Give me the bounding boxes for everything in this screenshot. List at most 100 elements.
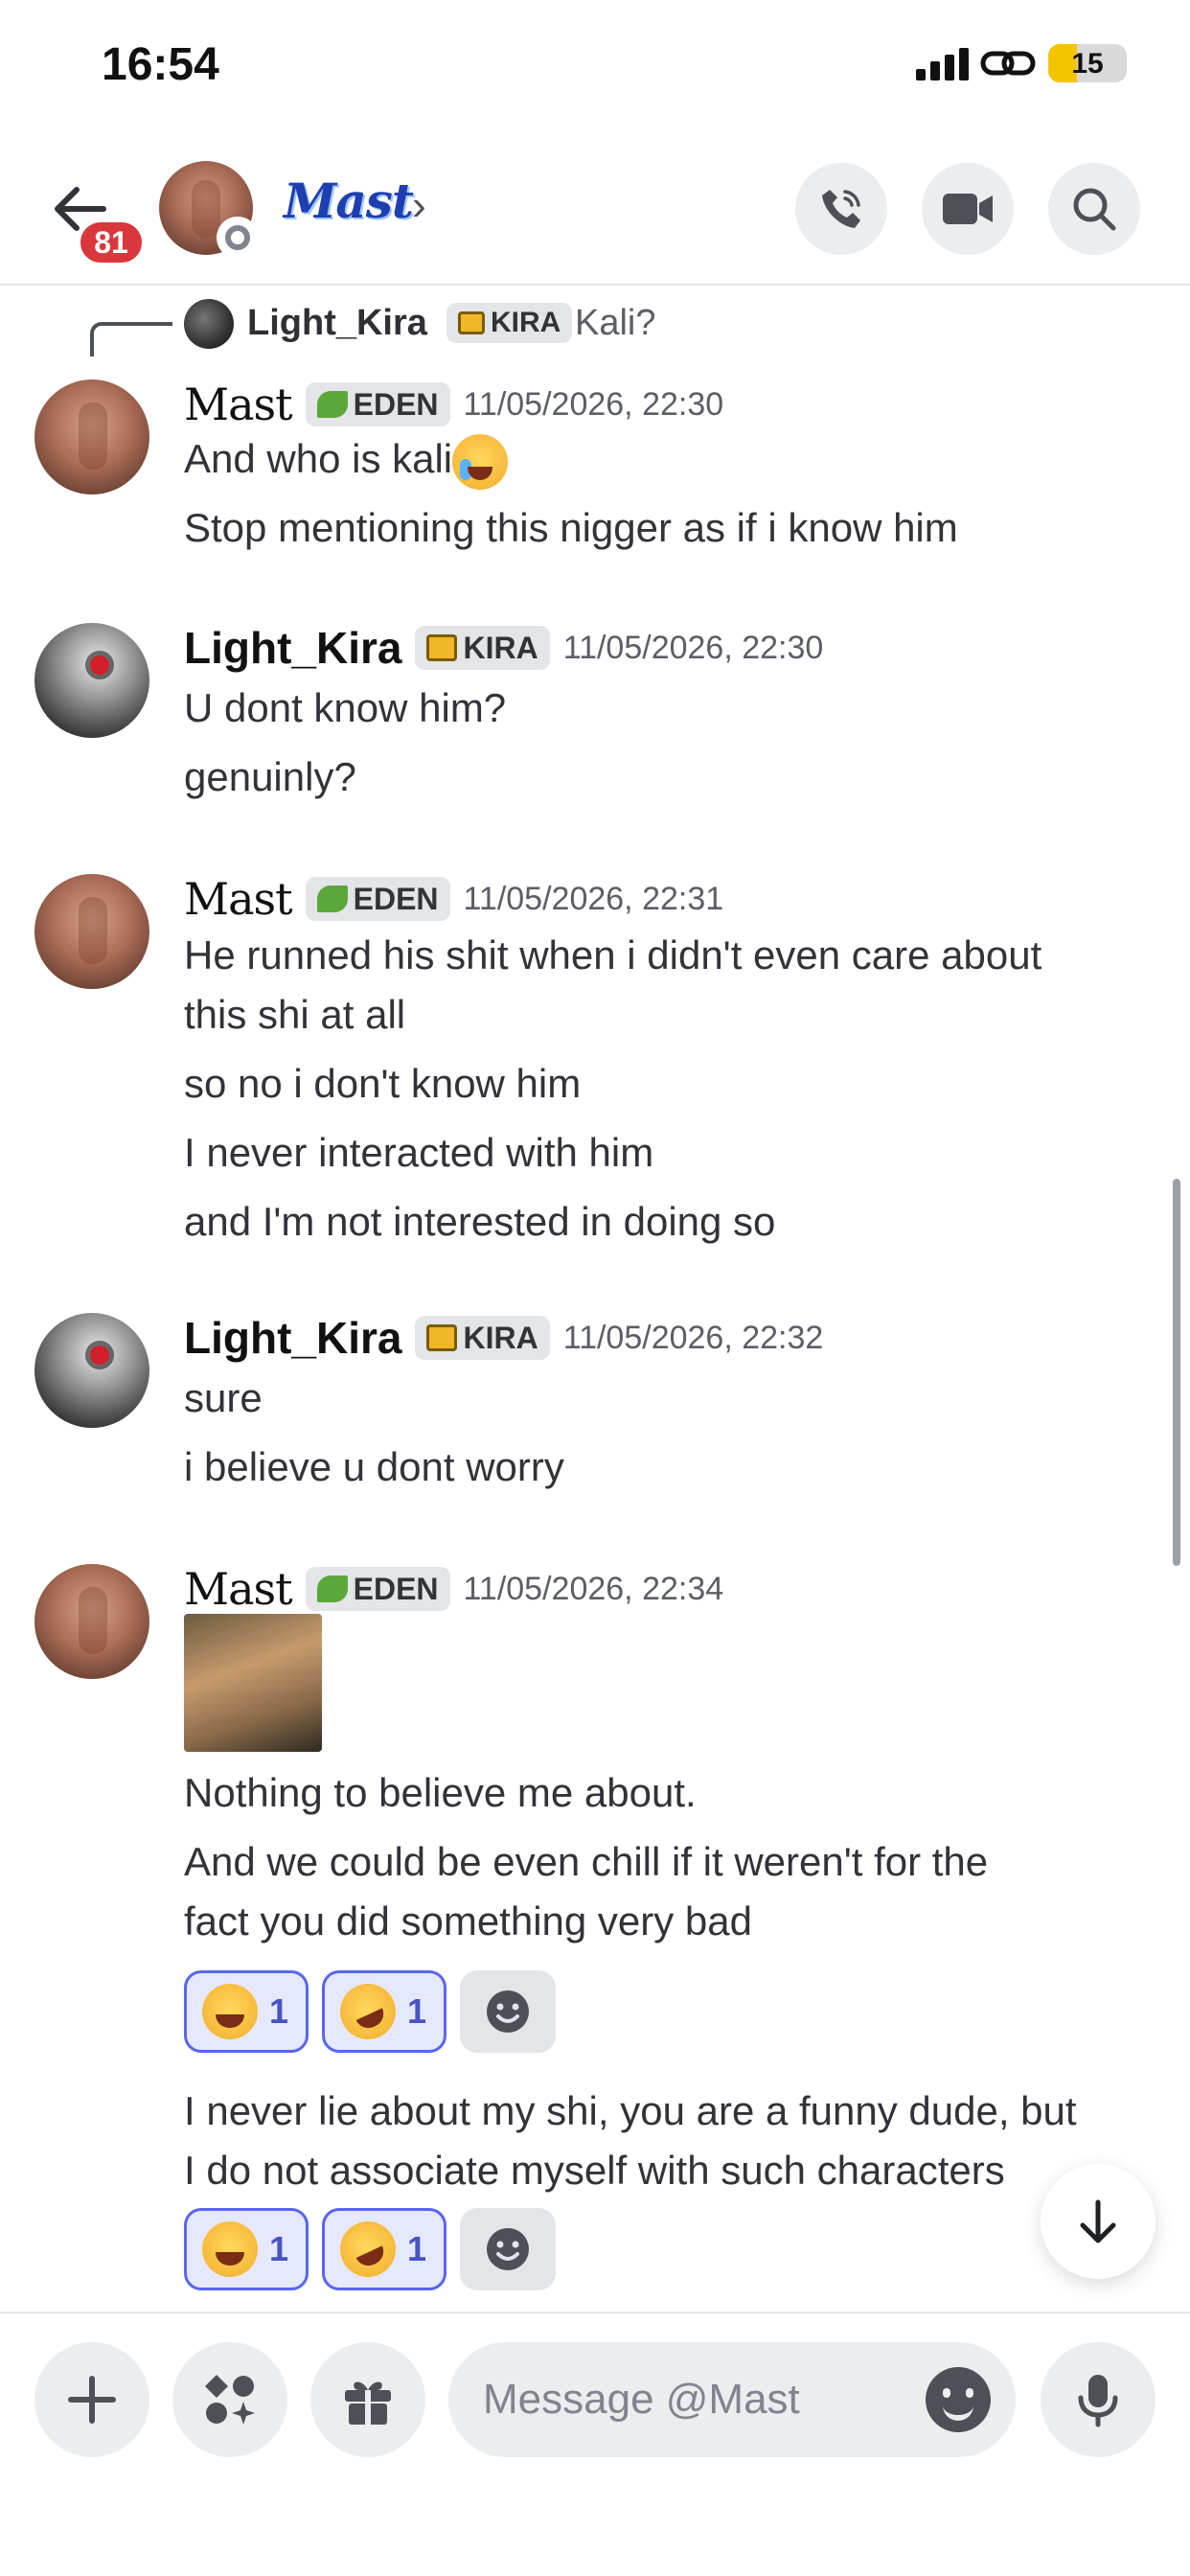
message-text[interactable]: sure <box>184 1368 263 1428</box>
message-text[interactable]: Nothing to believe me about. <box>184 1763 697 1823</box>
phone-icon <box>822 190 860 228</box>
message-text[interactable]: this shi at all <box>184 985 405 1045</box>
message-text[interactable]: He runned his shit when i didn't even ca… <box>184 926 1041 985</box>
reply-author-tag: KIRA <box>446 303 573 343</box>
message-text[interactable]: And we could be even chill if it weren't… <box>184 1832 988 1892</box>
reaction-bar: 1 1 <box>184 2208 556 2290</box>
gif-attachment[interactable] <box>184 1614 322 1752</box>
personal-hotspot-icon <box>980 51 1036 76</box>
message-text[interactable]: I never lie about my shi, you are a funn… <box>184 2082 1077 2141</box>
author-name[interactable]: Light_Kira <box>184 1312 401 1364</box>
leaf-icon <box>316 886 348 912</box>
apps-icon <box>205 2375 255 2425</box>
arrow-down-icon <box>1080 2199 1116 2243</box>
apps-button[interactable] <box>172 2342 287 2457</box>
reaction-bar: 1 1 <box>184 1970 556 2053</box>
author-tag: KIRA <box>415 1316 550 1360</box>
message-text[interactable]: And who is kali <box>184 429 509 490</box>
author-tag: EDEN <box>305 877 450 921</box>
author-name[interactable]: Mast <box>184 1563 293 1615</box>
reply-text[interactable]: Kali? <box>575 303 656 344</box>
message-text[interactable]: so no i don't know him <box>184 1054 581 1114</box>
reaction-count: 1 <box>269 1991 289 2031</box>
attach-button[interactable] <box>34 2342 149 2457</box>
video-call-button[interactable] <box>922 163 1014 255</box>
tag-label: KIRA <box>463 630 538 665</box>
author-tag: EDEN <box>305 382 450 426</box>
message-text[interactable]: Stop mentioning this nigger as if i know… <box>184 498 958 558</box>
message-text[interactable]: i believe u dont worry <box>184 1438 564 1497</box>
gift-button[interactable] <box>310 2342 425 2457</box>
message-text[interactable]: genuinly? <box>184 748 356 807</box>
status-bar: 16:54 15 <box>0 0 1190 134</box>
reaction-count: 1 <box>269 2229 289 2268</box>
mast-avatar[interactable] <box>34 874 149 989</box>
chevron-right-icon[interactable]: › <box>412 182 426 230</box>
reaction-rofl[interactable]: 1 <box>322 1970 446 2053</box>
author-tag: EDEN <box>305 1567 450 1611</box>
smiley-plus-icon <box>487 2228 529 2270</box>
emoji-icon[interactable] <box>926 2367 991 2432</box>
timestamp: 11/05/2026, 22:30 <box>463 385 724 423</box>
tag-label: EDEN <box>353 386 439 422</box>
rofl-emoji-icon <box>331 2212 405 2287</box>
message-text[interactable]: I never interacted with him <box>184 1123 653 1183</box>
crying-laughing-emoji-icon <box>452 433 509 490</box>
light-kira-avatar[interactable] <box>34 1313 149 1428</box>
battery-level: 15 <box>1071 48 1104 80</box>
message-list[interactable]: Light_Kira KIRA Kali? Mast EDEN 11/05/20… <box>0 288 1190 2312</box>
voice-call-button[interactable] <box>795 163 887 255</box>
microphone-icon <box>1078 2375 1118 2427</box>
author-name[interactable]: Mast <box>184 873 293 925</box>
reaction-joy[interactable]: 1 <box>184 1970 309 2053</box>
timestamp: 11/05/2026, 22:31 <box>463 880 724 917</box>
contact-name[interactable]: Mast <box>284 172 414 229</box>
rofl-emoji-icon <box>331 1974 405 2049</box>
video-camera-icon <box>943 194 993 224</box>
crown-icon <box>458 311 485 334</box>
message-text[interactable]: U dont know him? <box>184 678 506 738</box>
tag-label: EDEN <box>353 881 439 916</box>
joy-emoji-icon <box>202 1984 258 2039</box>
gift-icon <box>345 2381 391 2425</box>
tag-label: EDEN <box>353 1571 439 1606</box>
message-header: Mast EDEN 11/05/2026, 22:30 <box>184 376 723 433</box>
message-composer <box>0 2312 1190 2576</box>
reply-connector <box>90 322 172 356</box>
timestamp: 11/05/2026, 22:32 <box>562 1319 824 1356</box>
battery-indicator: 15 <box>1048 44 1127 82</box>
author-name[interactable]: Light_Kira <box>184 622 401 674</box>
mast-avatar[interactable] <box>34 1564 149 1679</box>
timestamp: 11/05/2026, 22:30 <box>562 629 824 666</box>
crown-icon <box>426 634 458 661</box>
leaf-icon <box>316 391 348 418</box>
reaction-joy[interactable]: 1 <box>184 2208 309 2290</box>
add-reaction-button[interactable] <box>460 1970 556 2053</box>
message-header: Mast EDEN 11/05/2026, 22:34 <box>184 1560 723 1618</box>
reaction-rofl[interactable]: 1 <box>322 2208 446 2290</box>
reaction-count: 1 <box>407 1991 427 2031</box>
message-text[interactable]: fact you did something very bad <box>184 1892 752 1951</box>
message-header: Light_Kira KIRA 11/05/2026, 22:32 <box>184 1309 823 1367</box>
message-text-content: And who is kali <box>184 436 453 481</box>
cellular-signal-icon <box>916 48 970 80</box>
reply-author-avatar[interactable] <box>184 299 234 349</box>
message-text[interactable]: I do not associate myself with such char… <box>184 2141 1005 2200</box>
jump-to-latest-button[interactable] <box>1041 2164 1156 2279</box>
light-kira-avatar[interactable] <box>34 623 149 738</box>
timestamp: 11/05/2026, 22:34 <box>463 1570 724 1607</box>
message-input-container <box>448 2342 1016 2457</box>
reply-author-name[interactable]: Light_Kira <box>247 303 427 344</box>
unread-badge: 81 <box>77 218 146 266</box>
message-text[interactable]: and I'm not interested in doing so <box>184 1192 775 1252</box>
voice-message-button[interactable] <box>1041 2342 1156 2457</box>
mast-avatar[interactable] <box>34 380 149 494</box>
message-input[interactable] <box>483 2361 904 2438</box>
author-tag: KIRA <box>415 626 550 670</box>
search-icon <box>1073 188 1116 231</box>
author-name[interactable]: Mast <box>184 379 293 430</box>
status-time: 16:54 <box>102 39 219 90</box>
scrollbar[interactable] <box>1173 1179 1180 1566</box>
add-reaction-button[interactable] <box>460 2208 556 2290</box>
search-button[interactable] <box>1048 163 1140 255</box>
